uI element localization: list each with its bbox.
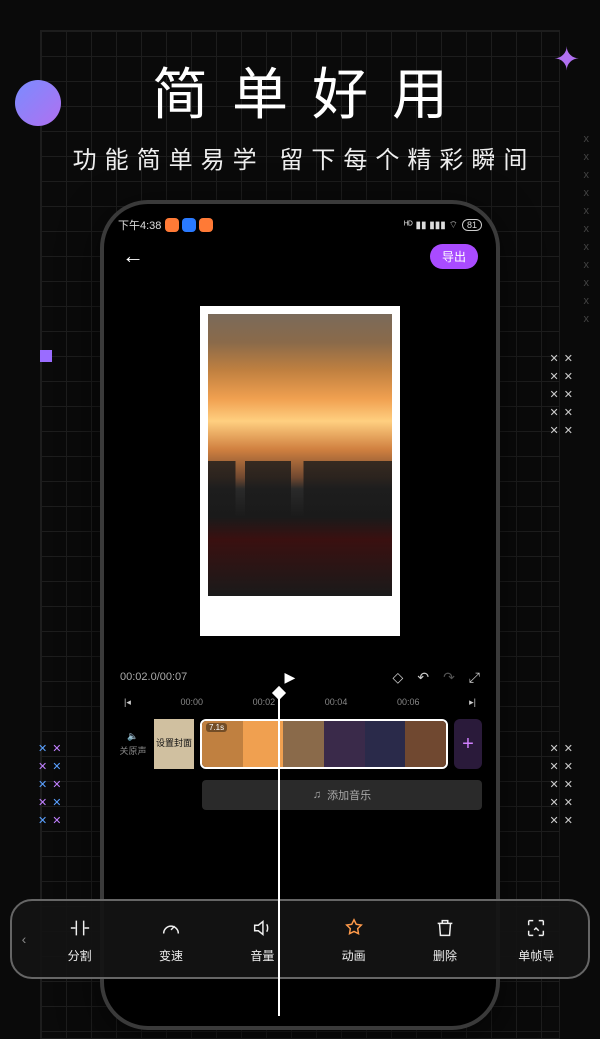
volume-tool[interactable]: 音量 [217, 915, 308, 964]
set-cover-button[interactable]: 设置封面 [154, 719, 194, 769]
play-button-icon[interactable]: ▶ [285, 669, 296, 686]
status-app-icons [165, 218, 213, 232]
edit-toolbar: ‹ 分割 变速 音量 动画 删除 单帧导 [10, 899, 590, 979]
speedometer-icon [160, 915, 182, 941]
volume-icon [251, 915, 273, 941]
clip-thumbnail[interactable] [365, 721, 406, 767]
animation-tool[interactable]: 动画 [308, 915, 399, 964]
video-preview[interactable] [118, 286, 482, 656]
tool-label: 动画 [342, 947, 366, 964]
toolbar-back-icon[interactable]: ‹ [14, 931, 34, 947]
preview-frame [200, 306, 400, 636]
music-note-icon: ♫ [313, 789, 321, 801]
ruler-mark: 00:04 [325, 697, 348, 707]
clip-duration-label: 7.1s [206, 723, 227, 732]
preview-image [208, 314, 392, 596]
ruler-mark: 00:02 [253, 697, 276, 707]
add-music-label: 添加音乐 [327, 787, 371, 803]
clip-thumbnail[interactable] [324, 721, 365, 767]
split-tool[interactable]: 分割 [34, 915, 125, 964]
ruler-mark: 00:06 [397, 697, 420, 707]
keyframe-icon[interactable]: ◇ [393, 669, 404, 686]
export-frame-tool[interactable]: 单帧导 [491, 915, 582, 964]
timeline-row: 🔈 关原声 设置封面 7.1s + [118, 716, 482, 772]
decorative-x-column: ✕ ✕✕ ✕✕ ✕✕ ✕✕ ✕ [550, 740, 575, 830]
speed-tool[interactable]: 变速 [125, 915, 216, 964]
delete-tool[interactable]: 删除 [399, 915, 490, 964]
redo-icon[interactable]: ↷ [443, 669, 455, 686]
frame-export-icon [525, 915, 547, 941]
skip-start-icon[interactable]: |◂ [124, 697, 131, 708]
add-clip-button[interactable]: + [454, 719, 482, 769]
clip-thumbnail[interactable] [405, 721, 446, 767]
split-icon [69, 915, 91, 941]
playhead[interactable] [278, 692, 280, 1016]
trash-icon [434, 915, 456, 941]
star-icon [343, 915, 365, 941]
skip-end-icon[interactable]: ▸| [469, 697, 476, 708]
signal-icon: ᴴᴰ ▮▮ ▮▮▮ ⌔ [404, 219, 458, 232]
decorative-x-column: ✕ ✕✕ ✕✕ ✕✕ ✕✕ ✕ [38, 740, 63, 830]
mute-original-button[interactable]: 🔈 关原声 [118, 731, 148, 757]
clip-strip[interactable]: 7.1s [200, 719, 448, 769]
mute-label: 关原声 [119, 744, 146, 757]
tool-label: 变速 [159, 947, 183, 964]
export-button[interactable]: 导出 [430, 244, 478, 269]
fullscreen-icon[interactable]: ⤢ [469, 669, 480, 686]
status-bar: 下午4:38 ᴴᴰ ▮▮ ▮▮▮ ⌔ 81 [118, 214, 482, 236]
decorative-x-column: ✕ ✕✕ ✕✕ ✕✕ ✕✕ ✕ [550, 350, 575, 440]
decorative-square [40, 350, 52, 362]
playback-time: 00:02.0/00:07 [120, 671, 187, 683]
status-time: 下午4:38 [118, 217, 161, 233]
tool-label: 单帧导 [518, 947, 554, 964]
back-arrow-icon[interactable]: ← [122, 243, 144, 269]
undo-icon[interactable]: ↶ [417, 669, 429, 686]
hero-subtitle: 功能简单易学 留下每个精彩瞬间 [0, 140, 600, 175]
tool-label: 分割 [68, 947, 92, 964]
ruler-mark: 00:00 [180, 697, 203, 707]
playback-bar: 00:02.0/00:07 ▶ ◇ ↶ ↷ ⤢ [118, 664, 482, 690]
tool-label: 删除 [433, 947, 457, 964]
add-music-button[interactable]: ♫ 添加音乐 [202, 780, 482, 810]
battery-indicator: 81 [462, 219, 482, 231]
clip-thumbnail[interactable] [283, 721, 324, 767]
hero-title: 简单好用 [0, 50, 600, 131]
tool-label: 音量 [250, 947, 274, 964]
speaker-icon: 🔈 [127, 731, 138, 742]
top-bar: ← 导出 [118, 236, 482, 276]
timeline-ruler[interactable]: |◂ 00:00 00:02 00:04 00:06 ▸| [118, 694, 482, 710]
